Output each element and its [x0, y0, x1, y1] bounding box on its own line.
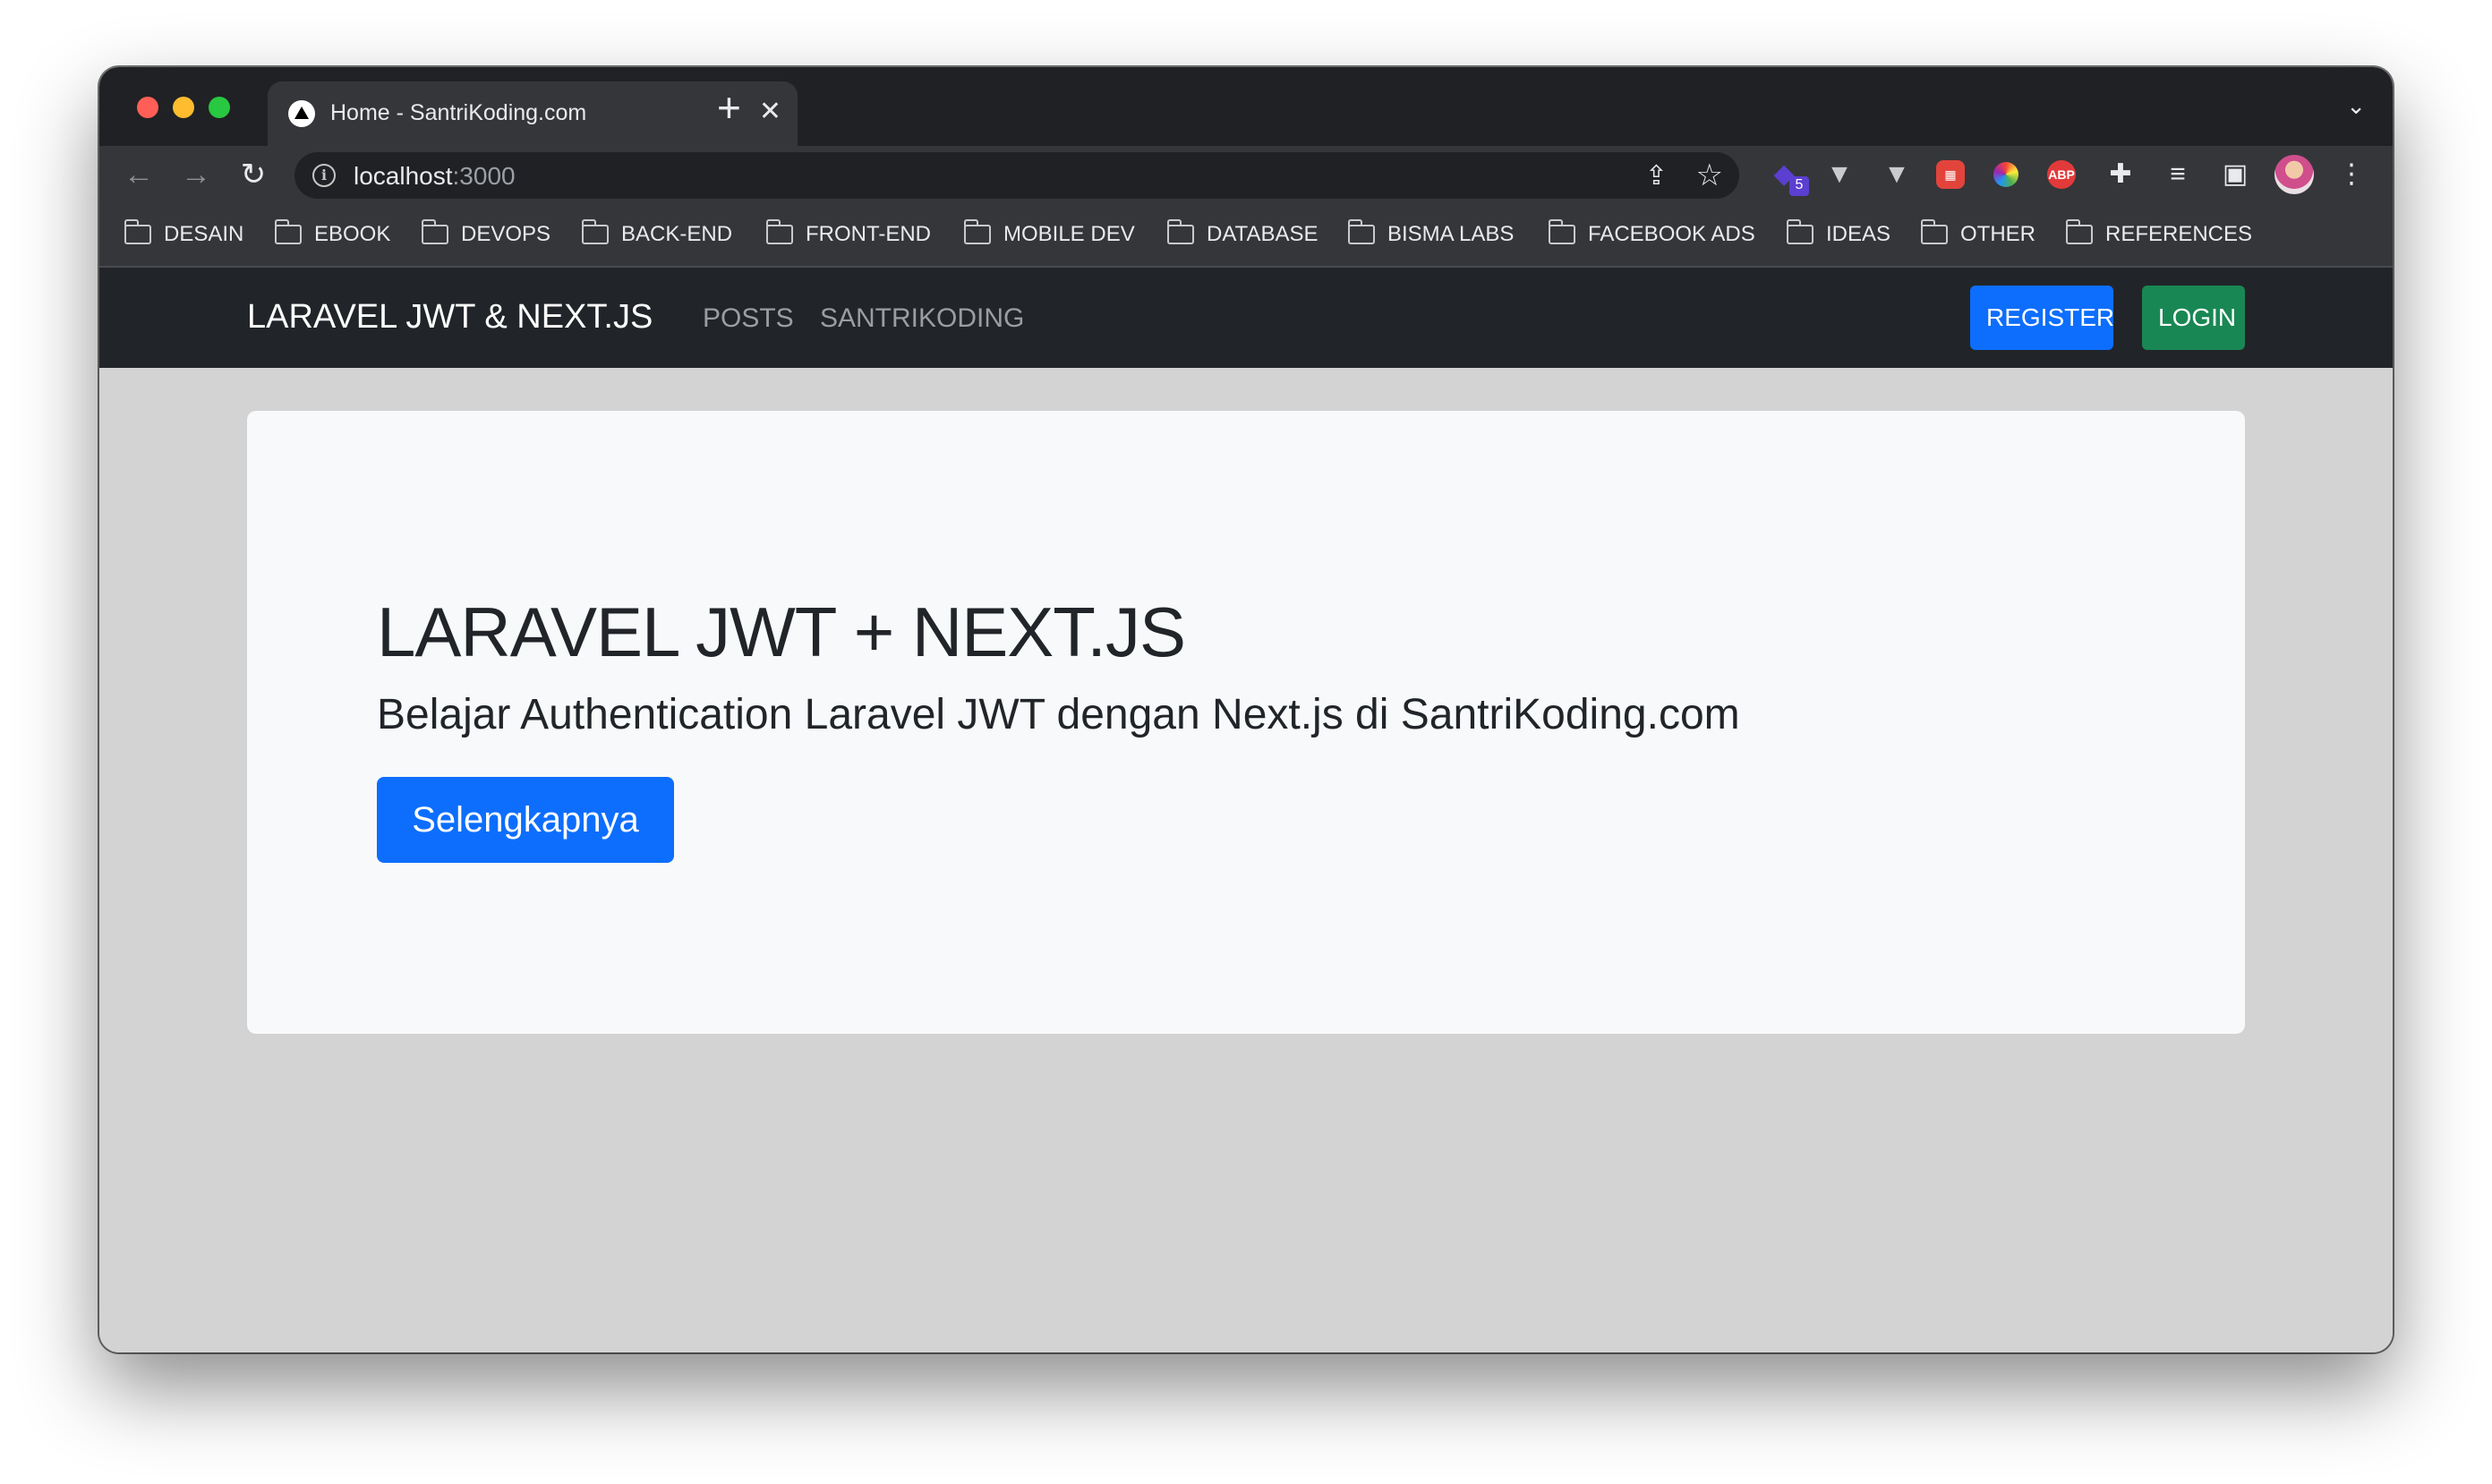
- bookmark-folder[interactable]: MOBILE DEV: [963, 219, 1135, 248]
- bookmark-folder[interactable]: REFERENCES: [2065, 219, 2253, 248]
- nav-link-posts[interactable]: POSTS: [703, 303, 794, 334]
- extension-badge: 5: [1789, 176, 1809, 196]
- bookmark-label: IDEAS: [1826, 222, 1891, 246]
- bookmark-folder[interactable]: DEVOPS: [421, 219, 551, 248]
- bookmark-label: BACK-END: [621, 222, 733, 246]
- bookmark-label: FACEBOOK ADS: [1588, 222, 1755, 246]
- folder-icon: [124, 219, 151, 244]
- color-picker-extension-icon[interactable]: ▦: [1936, 160, 1965, 189]
- browser-toolbar: ← → ↻ i localhost:3000 ⇪ ☆ ◆ 5 ▼ ▼ ▦ ABP…: [99, 146, 2393, 203]
- bookmark-label: BISMA LABS: [1387, 222, 1515, 246]
- bookmark-folder[interactable]: IDEAS: [1786, 219, 1891, 248]
- bookmark-folder[interactable]: EBOOK: [274, 219, 391, 248]
- adblock-plus-icon[interactable]: ABP: [2047, 160, 2076, 189]
- bookmark-label: DATABASE: [1207, 222, 1319, 246]
- reading-list-icon[interactable]: ≡: [2160, 157, 2196, 192]
- tab-title: Home - SantriKoding.com: [330, 100, 587, 125]
- minimize-window-button[interactable]: [173, 97, 194, 118]
- folder-icon: [1920, 219, 1948, 244]
- maximize-window-button[interactable]: [209, 97, 230, 118]
- folder-icon: [1347, 219, 1375, 244]
- folder-icon: [963, 219, 991, 244]
- bookmark-label: OTHER: [1960, 222, 2035, 246]
- url-host: localhost: [354, 162, 453, 190]
- share-icon[interactable]: ⇪: [1645, 160, 1668, 192]
- back-arrow-icon[interactable]: ←: [117, 153, 160, 196]
- folder-icon: [1548, 219, 1575, 244]
- bookmark-star-icon[interactable]: ☆: [1696, 158, 1723, 193]
- chevron-down-icon[interactable]: ⌄: [2346, 92, 2366, 120]
- vue-devtools-icon[interactable]: ▼: [1822, 157, 1857, 192]
- folder-icon: [1166, 219, 1194, 244]
- bookmark-label: DESAIN: [164, 222, 244, 246]
- kebab-menu-icon[interactable]: ⋮: [2334, 157, 2369, 192]
- bookmark-folder[interactable]: BISMA LABS: [1347, 219, 1515, 248]
- hero-subtitle: Belajar Authentication Laravel JWT denga…: [377, 691, 1740, 738]
- close-window-button[interactable]: [137, 97, 158, 118]
- bookmark-folder[interactable]: DESAIN: [124, 219, 244, 248]
- vercel-favicon-icon: [288, 100, 315, 127]
- bookmark-folder[interactable]: OTHER: [1920, 219, 2035, 248]
- browser-window: Home - SantriKoding.com ✕ + ⌄ ← → ↻ i lo…: [99, 67, 2393, 1352]
- site-brand[interactable]: LARAVEL JWT & NEXT.JS: [247, 298, 653, 337]
- url-text[interactable]: localhost:3000: [354, 162, 516, 191]
- folder-icon: [2065, 219, 2093, 244]
- register-button[interactable]: REGISTER: [1970, 286, 2114, 350]
- folder-icon: [274, 219, 302, 244]
- hero-title: LARAVEL JWT + NEXT.JS: [377, 593, 1186, 671]
- puzzle-extensions-icon[interactable]: ✚: [2103, 157, 2138, 192]
- close-icon[interactable]: ✕: [759, 96, 781, 128]
- url-port: :3000: [452, 162, 516, 190]
- bookmark-folder[interactable]: BACK-END: [581, 219, 733, 248]
- bookmark-label: EBOOK: [314, 222, 391, 246]
- side-panel-icon[interactable]: ▣: [2217, 157, 2253, 192]
- folder-icon: [581, 219, 609, 244]
- page-viewport: LARAVEL JWT & NEXT.JS POSTS SANTRIKODING…: [99, 268, 2393, 1352]
- bookmark-label: MOBILE DEV: [1003, 222, 1135, 246]
- address-bar[interactable]: i localhost:3000 ⇪ ☆: [294, 152, 1739, 199]
- folder-icon: [421, 219, 448, 244]
- tab-bar: Home - SantriKoding.com ✕ + ⌄: [99, 67, 2393, 146]
- bookmark-folder[interactable]: FRONT-END: [765, 219, 931, 248]
- bookmark-label: DEVOPS: [461, 222, 551, 246]
- nav-link-santrikoding[interactable]: SANTRIKODING: [820, 303, 1024, 334]
- hero-card: LARAVEL JWT + NEXT.JS Belajar Authentica…: [247, 411, 2245, 1034]
- bookmark-folder[interactable]: FACEBOOK ADS: [1548, 219, 1755, 248]
- bookmark-label: FRONT-END: [806, 222, 931, 246]
- info-icon[interactable]: i: [312, 164, 336, 187]
- folder-icon: [1786, 219, 1814, 244]
- profile-avatar[interactable]: [2274, 155, 2314, 194]
- bookmark-label: REFERENCES: [2105, 222, 2253, 246]
- extension-cube-icon[interactable]: ◆ 5: [1766, 157, 1809, 196]
- login-button[interactable]: LOGIN: [2142, 286, 2245, 350]
- folder-icon: [765, 219, 793, 244]
- bookmark-folder[interactable]: DATABASE: [1166, 219, 1319, 248]
- selengkapnya-button[interactable]: Selengkapnya: [377, 777, 674, 863]
- bookmarks-bar: DESAIN EBOOK DEVOPS BACK-END FRONT-END M…: [99, 203, 2393, 268]
- forward-arrow-icon[interactable]: →: [175, 153, 218, 196]
- color-wheel-icon[interactable]: [1988, 157, 2024, 192]
- site-navbar: LARAVEL JWT & NEXT.JS POSTS SANTRIKODING…: [99, 268, 2393, 368]
- reload-icon[interactable]: ↻: [232, 153, 275, 196]
- new-tab-plus-icon[interactable]: +: [717, 85, 741, 130]
- vuetify-icon[interactable]: ▼: [1879, 157, 1915, 192]
